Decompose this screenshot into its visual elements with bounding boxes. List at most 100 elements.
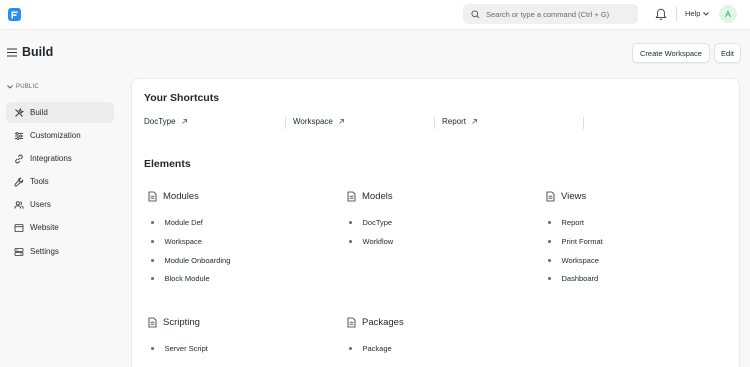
card-title-models: Models — [347, 191, 393, 202]
arrow-up-right-icon — [181, 119, 187, 124]
link-report[interactable]: Report — [548, 218, 584, 227]
document-icon — [148, 317, 157, 328]
bullet — [349, 240, 352, 243]
shortcut-divider — [583, 117, 584, 129]
document-icon — [148, 191, 157, 202]
link-label: Block Module — [164, 274, 210, 283]
bullet — [151, 347, 154, 350]
page-title: Build — [22, 45, 54, 59]
shortcut-doctype[interactable]: DocType — [144, 117, 188, 126]
sidebar-section-public[interactable]: PUBLIC — [7, 84, 39, 90]
arrow-up-right-icon — [472, 119, 477, 124]
bullet — [349, 347, 352, 350]
help-label: Help — [685, 9, 701, 18]
bullet — [548, 221, 551, 224]
card-title-packages: Packages — [347, 317, 404, 328]
bullet — [151, 221, 154, 224]
card-title-label: Models — [362, 191, 393, 202]
link-label: Workflow — [362, 237, 394, 246]
search-input[interactable] — [486, 9, 636, 19]
link-label: Dashboard — [561, 274, 599, 283]
card-title-modules: Modules — [148, 191, 199, 202]
document-icon — [546, 191, 555, 202]
sidebar-item-label: Settings — [30, 247, 59, 256]
link-module-def[interactable]: Module Def — [151, 218, 203, 227]
sidebar-section-label: PUBLIC — [16, 84, 39, 90]
sidebar-item-label: Tools — [30, 177, 49, 186]
bullet — [151, 259, 154, 262]
bullet — [151, 277, 154, 280]
bullet — [548, 240, 551, 243]
shortcut-divider — [434, 117, 435, 129]
link-module-onboarding[interactable]: Module Onboarding — [151, 256, 230, 265]
document-icon — [347, 191, 356, 202]
bullet — [548, 259, 551, 262]
sliders-icon — [15, 131, 23, 140]
sidebar-item-tools[interactable]: Tools — [6, 171, 114, 192]
sidebar-toggle-icon[interactable] — [7, 48, 17, 57]
bullet — [151, 240, 154, 243]
browser-icon — [14, 223, 24, 232]
avatar[interactable]: A — [719, 5, 737, 23]
sidebar-item-customization[interactable]: Customization — [6, 125, 114, 146]
shortcut-label: DocType — [144, 117, 176, 126]
link-label: Workspace — [164, 237, 202, 246]
link-package[interactable]: Package — [349, 344, 392, 353]
shortcuts-heading: Your Shortcuts — [144, 92, 220, 104]
link-block-module[interactable]: Block Module — [151, 274, 210, 283]
sidebar-item-users[interactable]: Users — [6, 194, 114, 215]
link-label: Report — [561, 218, 585, 227]
sidebar-item-settings[interactable]: Settings — [6, 241, 114, 262]
card-title-label: Packages — [362, 317, 404, 328]
bullet — [548, 277, 551, 280]
link-label: Print Format — [561, 237, 603, 246]
link-workspace[interactable]: Workspace — [151, 237, 202, 246]
link-dashboard[interactable]: Dashboard — [548, 274, 598, 283]
wrench-icon — [14, 177, 24, 187]
shortcut-workspace[interactable]: Workspace — [293, 117, 345, 126]
arrow-up-right-icon — [339, 119, 344, 124]
sidebar-item-website[interactable]: Website — [6, 217, 114, 238]
link-icon — [15, 154, 23, 163]
search-icon — [471, 9, 480, 18]
card-title-label: Modules — [163, 191, 199, 202]
sidebar-item-label: Customization — [30, 131, 81, 140]
link-label: Module Onboarding — [164, 256, 231, 265]
link-server-script[interactable]: Server Script — [151, 344, 208, 353]
frappe-logo-icon — [11, 11, 18, 18]
sidebar-item-build[interactable]: Build — [6, 102, 114, 123]
shortcut-label: Workspace — [293, 117, 333, 126]
notification-bell-icon[interactable] — [655, 8, 667, 21]
navbar-divider — [676, 7, 677, 21]
link-label: Package — [362, 344, 392, 353]
link-doctype[interactable]: DocType — [349, 218, 392, 227]
sidebar-item-label: Integrations — [30, 154, 72, 163]
edit-button[interactable]: Edit — [714, 43, 741, 63]
sidebar-item-label: Website — [30, 223, 59, 232]
shortcut-label: Report — [442, 117, 467, 126]
link-print-format[interactable]: Print Format — [548, 237, 603, 246]
create-workspace-button[interactable]: Create Workspace — [632, 43, 710, 63]
shortcut-divider — [285, 117, 286, 129]
card-title-views: Views — [546, 191, 586, 202]
tools-icon — [15, 107, 24, 117]
chevron-down-icon — [7, 85, 13, 89]
workspace-content: Your Shortcuts DocType Workspace Report … — [131, 78, 740, 367]
link-label: Server Script — [164, 344, 208, 353]
link-workspace-view[interactable]: Workspace — [548, 256, 599, 265]
card-title-scripting: Scripting — [148, 317, 200, 328]
help-dropdown[interactable]: Help — [685, 9, 710, 18]
users-icon — [14, 200, 24, 209]
app-logo[interactable] — [8, 8, 21, 21]
shortcut-report[interactable]: Report — [442, 117, 478, 126]
card-title-label: Scripting — [163, 317, 200, 328]
link-label: DocType — [362, 218, 393, 227]
sidebar-item-integrations[interactable]: Integrations — [6, 148, 114, 169]
link-workflow[interactable]: Workflow — [349, 237, 393, 246]
bullet — [349, 221, 352, 224]
settings-icon — [14, 247, 24, 256]
document-icon — [347, 317, 356, 328]
avatar-initial: A — [725, 9, 731, 19]
link-label: Workspace — [561, 256, 599, 265]
awesomebar[interactable] — [463, 4, 638, 24]
